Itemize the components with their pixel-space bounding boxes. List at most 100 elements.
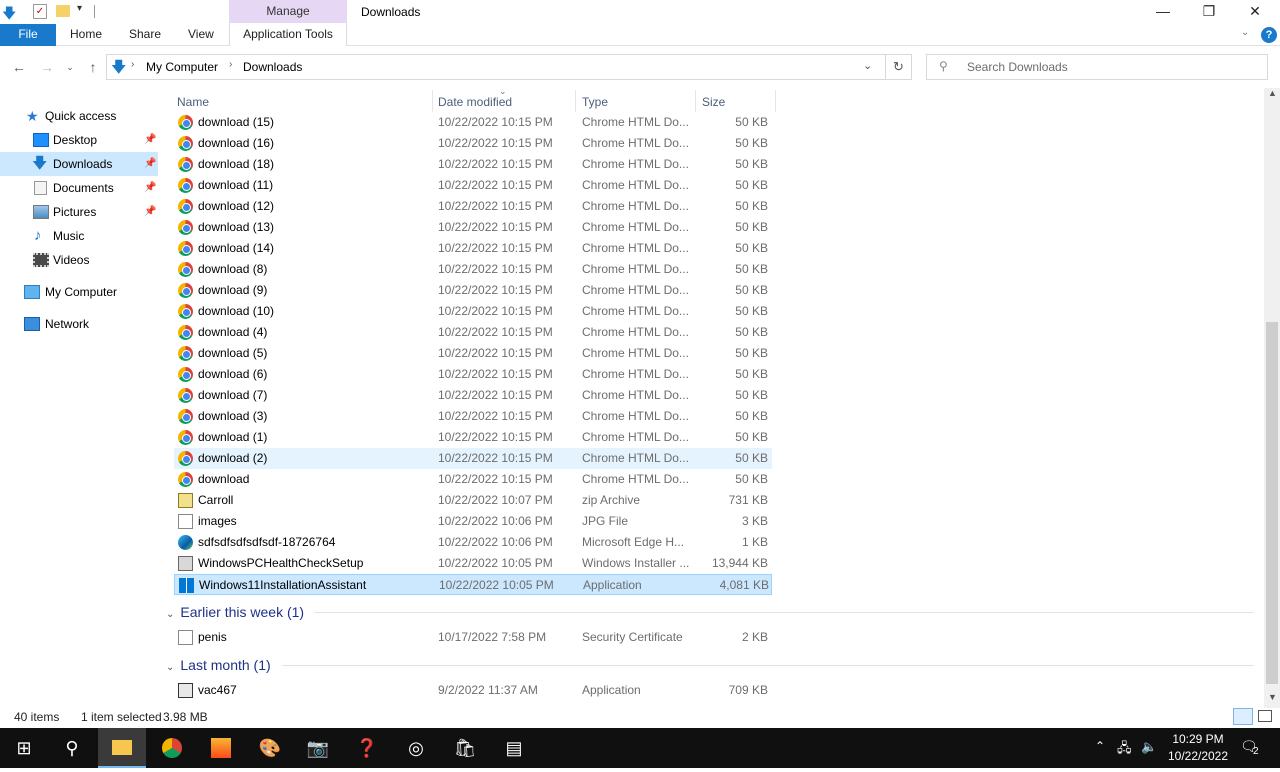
sidebar-item-my-computer[interactable]: My Computer — [0, 280, 158, 304]
recent-locations-icon[interactable]: ⌄ — [62, 54, 78, 80]
pin-icon[interactable]: 📌 — [144, 200, 156, 224]
group-header[interactable]: ⌄ Last month (1) — [166, 654, 271, 676]
tab-view[interactable]: View — [188, 24, 214, 46]
breadcrumb-downloads[interactable]: Downloads — [243, 60, 302, 74]
volume-icon[interactable]: 🔈 — [1141, 739, 1157, 755]
column-divider[interactable] — [575, 90, 576, 112]
paint-icon[interactable]: 🎨 — [246, 728, 294, 768]
column-header-name[interactable]: Name — [177, 94, 209, 110]
table-row[interactable]: download (11) 10/22/2022 10:15 PM Chrome H… — [174, 175, 772, 196]
sidebar-item-network[interactable]: Network — [0, 312, 158, 336]
table-row[interactable]: download (7) 10/22/2022 10:15 PM Chrome HT… — [174, 385, 772, 406]
search-input[interactable]: Search Downloads — [967, 60, 1068, 74]
address-dropdown-icon[interactable]: ⌄ — [863, 59, 872, 72]
chrome-icon — [178, 409, 193, 424]
sidebar-item-documents[interactable]: Documents 📌 — [0, 176, 158, 200]
breadcrumb-separator-icon[interactable]: › — [131, 59, 134, 70]
details-view-icon[interactable] — [1233, 708, 1253, 725]
clock[interactable]: 10:29 PM 10/22/2022 — [1164, 731, 1232, 765]
tab-share[interactable]: Share — [129, 24, 161, 46]
vertical-scrollbar[interactable]: ▲ ▼ — [1264, 88, 1280, 708]
table-row[interactable]: download (14) 10/22/2022 10:15 PM Chrome H… — [174, 238, 772, 259]
table-row[interactable]: vac467 9/2/2022 11:37 AM Application 709 KB — [174, 680, 772, 701]
table-row[interactable]: download (13) 10/22/2022 10:15 PM Chrome H… — [174, 217, 772, 238]
help-chat-icon[interactable]: ❓ — [343, 728, 391, 768]
sidebar-item-downloads[interactable]: 🡇 Downloads 📌 — [0, 152, 158, 176]
sidebar-item-desktop[interactable]: Desktop 📌 — [0, 128, 158, 152]
sidebar-item-videos[interactable]: Videos — [0, 248, 158, 272]
table-row[interactable]: download (15) 10/22/2022 10:15 PM Chrome H… — [174, 112, 772, 133]
column-header-type[interactable]: Type — [582, 94, 608, 110]
maximize-button[interactable]: ❐ — [1186, 0, 1232, 24]
winamp-icon[interactable] — [197, 728, 245, 768]
scrollbar-thumb[interactable] — [1266, 322, 1278, 684]
chrome-icon[interactable] — [148, 728, 196, 768]
sidebar-item-pictures[interactable]: Pictures 📌 — [0, 200, 158, 224]
table-row[interactable]: download (5) 10/22/2022 10:15 PM Chrome HT… — [174, 343, 772, 364]
collapse-chevron-icon[interactable]: ⌄ — [166, 662, 174, 673]
help-button[interactable]: ? — [1261, 27, 1277, 43]
table-row[interactable]: download (16) 10/22/2022 10:15 PM Chrome H… — [174, 133, 772, 154]
table-row[interactable]: WindowsPCHealthCheckSetup 10/22/2022 10:0… — [174, 553, 772, 574]
minimize-button[interactable]: — — [1140, 0, 1186, 24]
table-row[interactable]: Windows11InstallationAssistant 10/22/2022… — [174, 574, 772, 595]
pin-icon[interactable]: 📌 — [144, 128, 156, 152]
table-row[interactable]: download (2) 10/22/2022 10:15 PM Chrome HT… — [174, 448, 772, 469]
tab-file[interactable]: File — [0, 24, 56, 46]
new-folder-icon[interactable] — [56, 5, 70, 17]
table-row[interactable]: download 10/22/2022 10:15 PM Chrome HTML D… — [174, 469, 772, 490]
search-icon[interactable]: ⚲ — [48, 728, 96, 768]
tab-application-tools[interactable]: Application Tools — [229, 23, 347, 46]
forward-button[interactable]: → — [36, 54, 58, 80]
properties-icon[interactable]: ✓ — [33, 4, 47, 19]
pin-icon[interactable]: 📌 — [144, 152, 156, 176]
sidebar-item-music[interactable]: ♪ Music — [0, 224, 158, 248]
tab-home[interactable]: Home — [70, 24, 102, 46]
sidebar-item-label: Network — [45, 317, 90, 331]
breadcrumb-separator-icon[interactable]: › — [229, 59, 232, 70]
table-row[interactable]: penis 10/17/2022 7:58 PM Security Certific… — [174, 627, 772, 648]
sidebar-item-quick-access[interactable]: ★ Quick access — [0, 104, 158, 128]
column-divider[interactable] — [432, 90, 433, 112]
show-hidden-icons-icon[interactable]: ⌃ — [1095, 739, 1105, 753]
close-button[interactable]: ✕ — [1232, 0, 1278, 24]
network-tray-icon[interactable]: 🖧 — [1117, 739, 1132, 761]
scroll-up-icon[interactable]: ▲ — [1268, 88, 1277, 98]
file-explorer-icon[interactable] — [98, 728, 146, 768]
table-row[interactable]: download (4) 10/22/2022 10:15 PM Chrome HT… — [174, 322, 772, 343]
column-divider[interactable] — [695, 90, 696, 112]
back-button[interactable]: ← — [8, 54, 30, 80]
breadcrumb-my-computer[interactable]: My Computer — [146, 60, 218, 74]
table-row[interactable]: download (12) 10/22/2022 10:15 PM Chrome H… — [174, 196, 772, 217]
column-header-size[interactable]: Size — [702, 94, 725, 110]
camera-icon[interactable]: 📷 — [294, 728, 342, 768]
refresh-icon[interactable]: ↻ — [893, 59, 904, 75]
table-row[interactable]: download (8) 10/22/2022 10:15 PM Chrome HT… — [174, 259, 772, 280]
up-button[interactable]: ↑ — [82, 54, 104, 80]
table-row[interactable]: download (6) 10/22/2022 10:15 PM Chrome HT… — [174, 364, 772, 385]
column-divider[interactable] — [775, 90, 776, 112]
table-row[interactable]: download (18) 10/22/2022 10:15 PM Chrome H… — [174, 154, 772, 175]
column-header-date[interactable]: Date modified — [438, 94, 512, 110]
table-row[interactable]: download (10) 10/22/2022 10:15 PM Chrome H… — [174, 301, 772, 322]
address-bar[interactable]: 🡇 › My Computer › Downloads ⌄ ↻ — [106, 54, 912, 80]
store-icon[interactable]: 🛍 — [441, 728, 489, 768]
table-row[interactable]: images 10/22/2022 10:06 PM JPG File 3 KB — [174, 511, 772, 532]
expand-ribbon-icon[interactable]: ⌄ — [1241, 27, 1249, 38]
search-box[interactable]: ⚲ Search Downloads — [926, 54, 1268, 80]
customize-toolbar-icon[interactable]: ▾ — [77, 3, 82, 14]
app-window-icon[interactable]: ▤ — [490, 728, 538, 768]
collapse-chevron-icon[interactable]: ⌄ — [166, 609, 174, 620]
group-header[interactable]: ⌄ Earlier this week (1) — [166, 601, 304, 623]
windows-start-icon[interactable]: ⊞ — [0, 728, 48, 768]
table-row[interactable]: download (1) 10/22/2022 10:15 PM Chrome HT… — [174, 427, 772, 448]
table-row[interactable]: download (9) 10/22/2022 10:15 PM Chrome HT… — [174, 280, 772, 301]
pin-icon[interactable]: 📌 — [144, 176, 156, 200]
table-row[interactable]: Carroll 10/22/2022 10:07 PM zip Archive 731… — [174, 490, 772, 511]
scroll-down-icon[interactable]: ▼ — [1268, 692, 1277, 702]
table-row[interactable]: sdfsdfsdfsdfsdf-18726764 10/22/2022 10:06… — [174, 532, 772, 553]
table-row[interactable]: download (3) 10/22/2022 10:15 PM Chrome HT… — [174, 406, 772, 427]
manage-context-tab[interactable]: Manage — [229, 0, 347, 24]
recorder-icon[interactable]: ◎ — [392, 728, 440, 768]
large-icons-view-icon[interactable] — [1258, 710, 1272, 722]
